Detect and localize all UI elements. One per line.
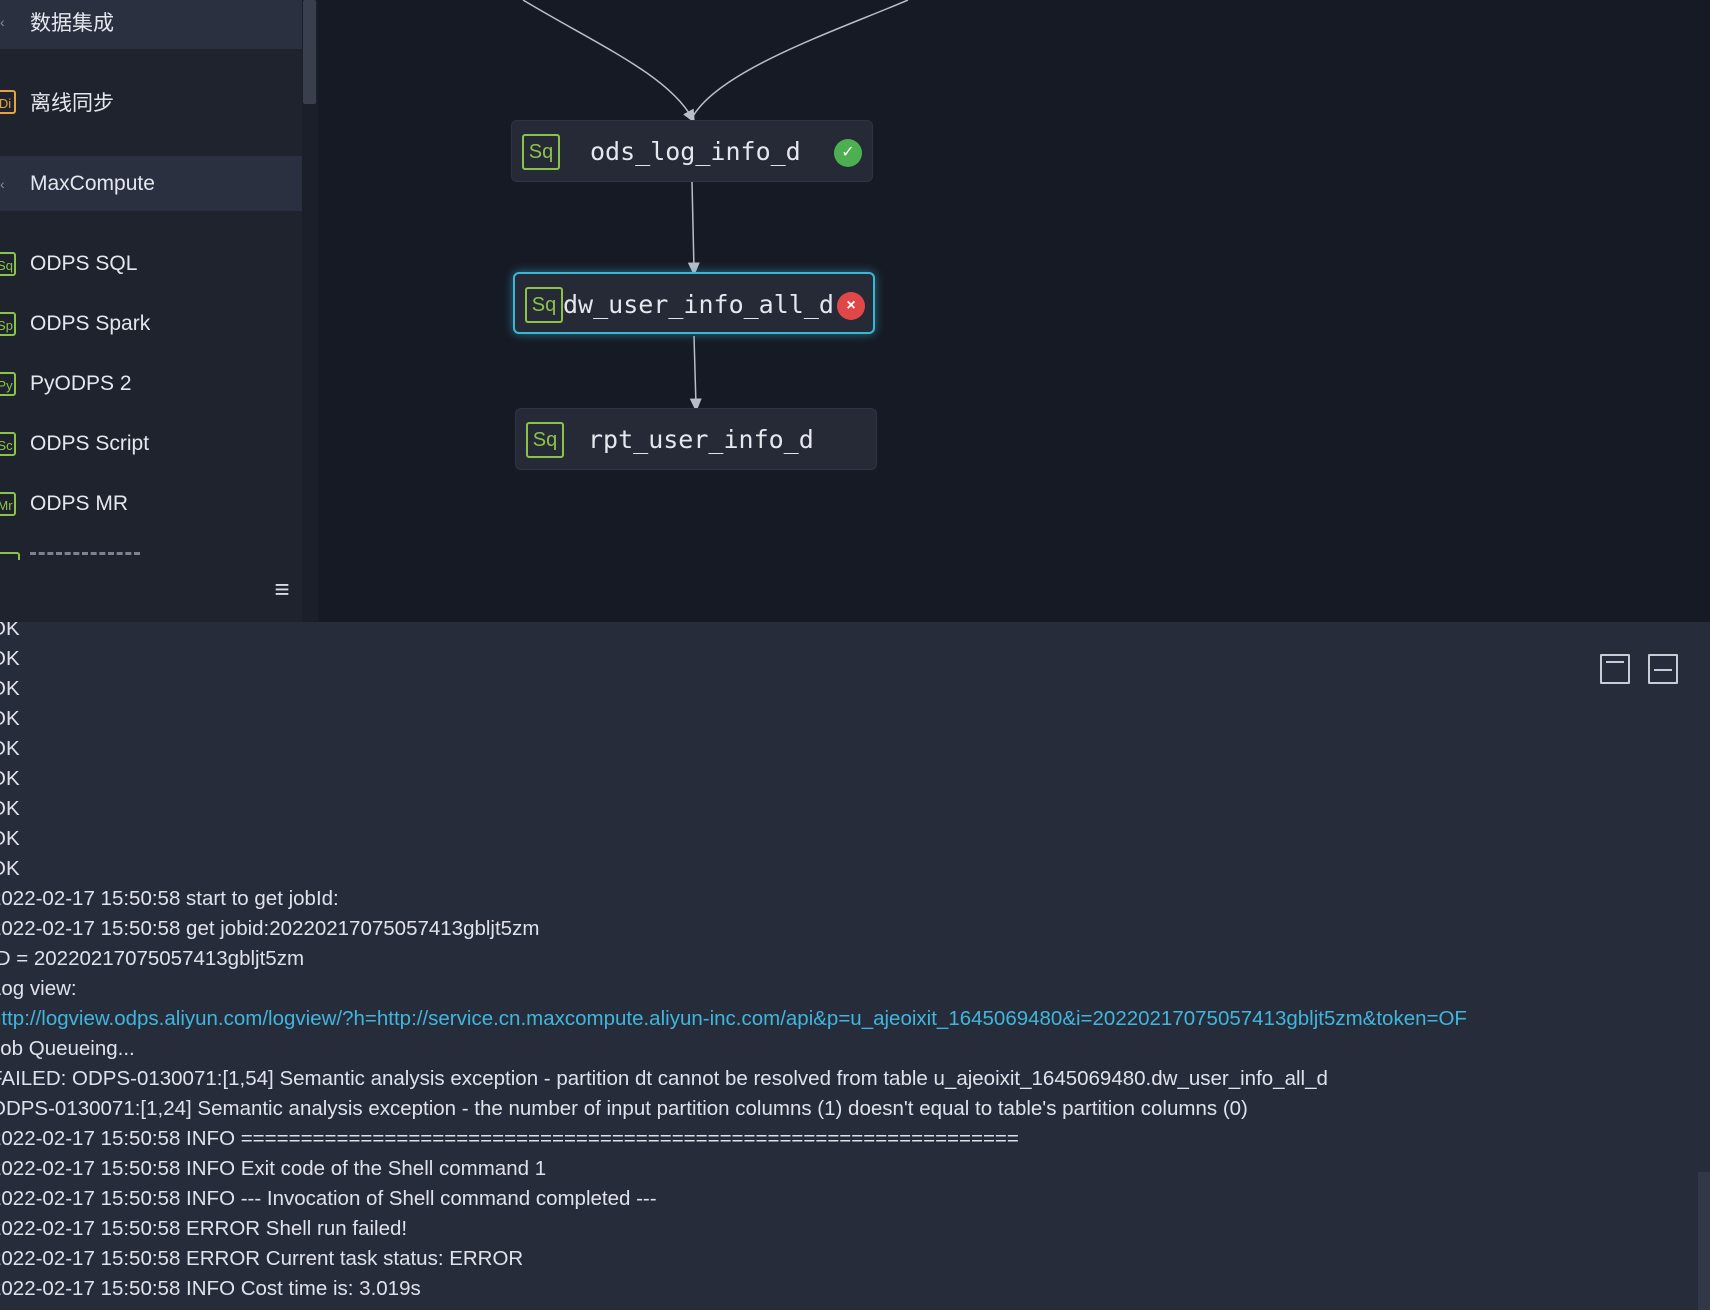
sidebar-item-label: PyODPS 2: [30, 372, 132, 395]
group-data-integration[interactable]: ‹ 数据集成: [0, 0, 302, 49]
log-line: OK: [0, 767, 20, 790]
log-line: OK: [0, 857, 20, 880]
chevron-icon: ‹: [0, 175, 5, 192]
sidebar-item-label: ODPS MR: [30, 492, 129, 515]
log-line: 2022-02-17 15:50:58 get jobid:2022021707…: [0, 917, 540, 940]
sidebar-item-pyodps2[interactable]: Py PyODPS 2: [0, 364, 302, 404]
spark-node-icon: Sp: [0, 312, 16, 336]
sidebar-item-odps-mr[interactable]: Mr ODPS MR: [0, 484, 302, 524]
group-label: MaxCompute: [30, 171, 155, 195]
node-palette-sidebar: ‹ 数据集成 Di 离线同步 ‹ MaxCompute Sq ODPS SQL …: [0, 0, 318, 622]
node-name: rpt_user_info_d: [588, 425, 814, 454]
chevron-icon: ‹: [0, 13, 5, 30]
sidebar-item-label: ODPS Script: [30, 432, 150, 455]
dag-canvas[interactable]: Sq ods_log_info_d ✓ Sq dw_user_info_all_…: [318, 0, 1710, 622]
log-line: Job Queueing...: [0, 1037, 135, 1060]
script-node-icon: Sc: [0, 432, 16, 456]
sidebar-item-odps-script[interactable]: Sc ODPS Script: [0, 424, 302, 464]
log-line: FAILED: ODPS-0130071:[1,54] Semantic ana…: [0, 1067, 1328, 1090]
dag-node-ods-log-info-d[interactable]: Sq ods_log_info_d ✓: [511, 120, 873, 182]
sidebar-item-label: ODPS SQL: [30, 252, 138, 275]
log-output: OK OK OK OK OK OK OK OK OK 2022-02-17 15:50:58 st…: [0, 622, 1690, 1310]
sidebar-item-odps-sql[interactable]: Sq ODPS SQL: [0, 244, 302, 284]
group-maxcompute[interactable]: ‹ MaxCompute: [0, 156, 302, 211]
edge-upstream-right: [691, 0, 909, 119]
logview-link[interactable]: http://logview.odps.aliyun.com/logview/?…: [0, 1004, 1690, 1034]
log-line: OK: [0, 797, 20, 820]
node-name: dw_user_info_all_d: [563, 290, 834, 319]
success-status-icon: ✓: [834, 139, 862, 167]
sql-node-icon: Sq: [526, 422, 564, 458]
log-line: /home/admin/alisatasknode/taskinfo//2022…: [0, 1304, 1690, 1310]
sidebar-scrollbar-thumb[interactable]: [303, 0, 316, 104]
sql-node-icon: Sq: [522, 134, 560, 170]
log-line: OK: [0, 737, 20, 760]
log-line: 2022-02-17 15:50:58 ERROR Shell run fail…: [0, 1217, 408, 1240]
log-scrollbar-thumb[interactable]: [1698, 1172, 1710, 1310]
partial-sidebar-item: [30, 552, 140, 563]
edge-upstream-left: [522, 0, 695, 124]
log-line: 2022-02-17 15:50:58 start to get jobId:: [0, 887, 339, 910]
log-line: OK: [0, 827, 20, 850]
collapse-sidebar-icon[interactable]: ≡: [268, 575, 296, 603]
log-line: 2022-02-17 15:50:58 INFO Cost time is: 3…: [0, 1277, 421, 1300]
python-node-icon: Py: [0, 372, 16, 396]
edge-ods-to-dw: [687, 181, 700, 276]
log-line: ID = 20220217075057413gbljt5zm: [0, 947, 305, 970]
log-line: 2022-02-17 15:50:58 INFO ===============…: [0, 1127, 1019, 1150]
log-line: 2022-02-17 15:50:58 INFO Exit code of th…: [0, 1157, 547, 1180]
log-line: ODPS-0130071:[1,24] Semantic analysis ex…: [0, 1097, 1248, 1120]
run-log-panel: OK OK OK OK OK OK OK OK OK 2022-02-17 15:50:58 st…: [0, 622, 1710, 1310]
sidebar-item-offline-sync[interactable]: Di 离线同步: [0, 82, 302, 122]
minimize-panel-icon[interactable]: [1648, 654, 1678, 684]
sql-node-icon: Sq: [525, 287, 563, 323]
log-line: OK: [0, 622, 20, 640]
edge-dw-to-rpt: [689, 335, 702, 412]
log-line: OK: [0, 677, 20, 700]
sidebar-item-odps-spark[interactable]: Sp ODPS Spark: [0, 304, 302, 344]
log-line: 2022-02-17 15:50:58 INFO --- Invocation …: [0, 1187, 657, 1210]
node-name: ods_log_info_d: [590, 137, 801, 166]
error-status-icon: ×: [837, 292, 865, 320]
sql-node-icon: Sq: [0, 252, 16, 276]
dag-node-rpt-user-info-d[interactable]: Sq rpt_user_info_d: [515, 408, 877, 470]
log-line: Log view:: [0, 977, 77, 1000]
maximize-panel-icon[interactable]: [1600, 654, 1630, 684]
dag-node-dw-user-info-all-d[interactable]: Sq dw_user_info_all_d ×: [513, 272, 875, 334]
mr-node-icon: Mr: [0, 492, 16, 516]
log-line: OK: [0, 707, 20, 730]
partial-node-icon: [0, 552, 20, 560]
group-label: 数据集成: [30, 11, 114, 35]
log-line: OK: [0, 647, 20, 670]
sidebar-item-label: ODPS Spark: [30, 312, 151, 335]
di-node-icon: Di: [0, 90, 16, 114]
sidebar-item-label: 离线同步: [30, 92, 114, 115]
log-line: 2022-02-17 15:50:58 ERROR Current task s…: [0, 1247, 524, 1270]
